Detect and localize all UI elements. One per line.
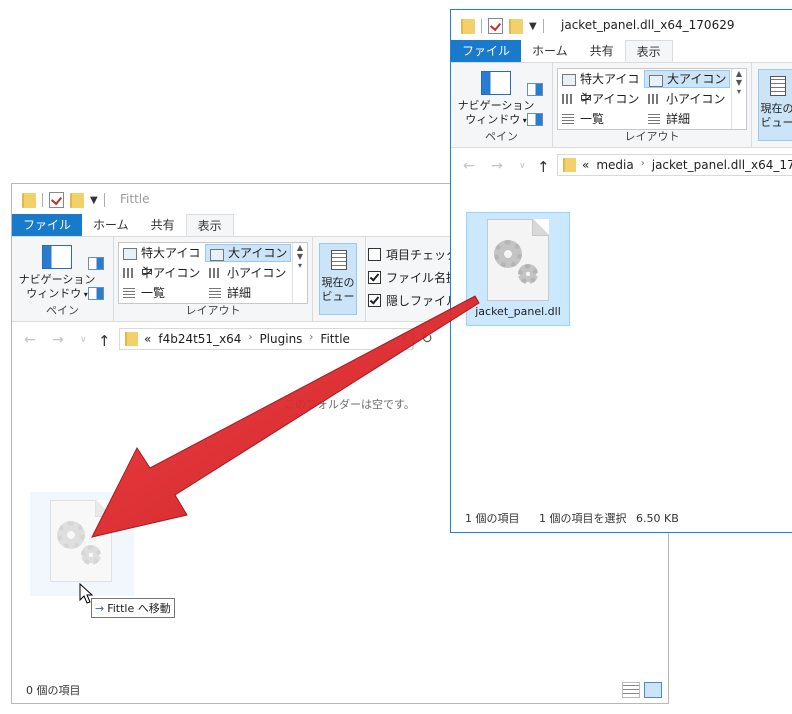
drag-direction-arrow: [91, 295, 480, 538]
red-arrow-icon: [91, 295, 480, 538]
